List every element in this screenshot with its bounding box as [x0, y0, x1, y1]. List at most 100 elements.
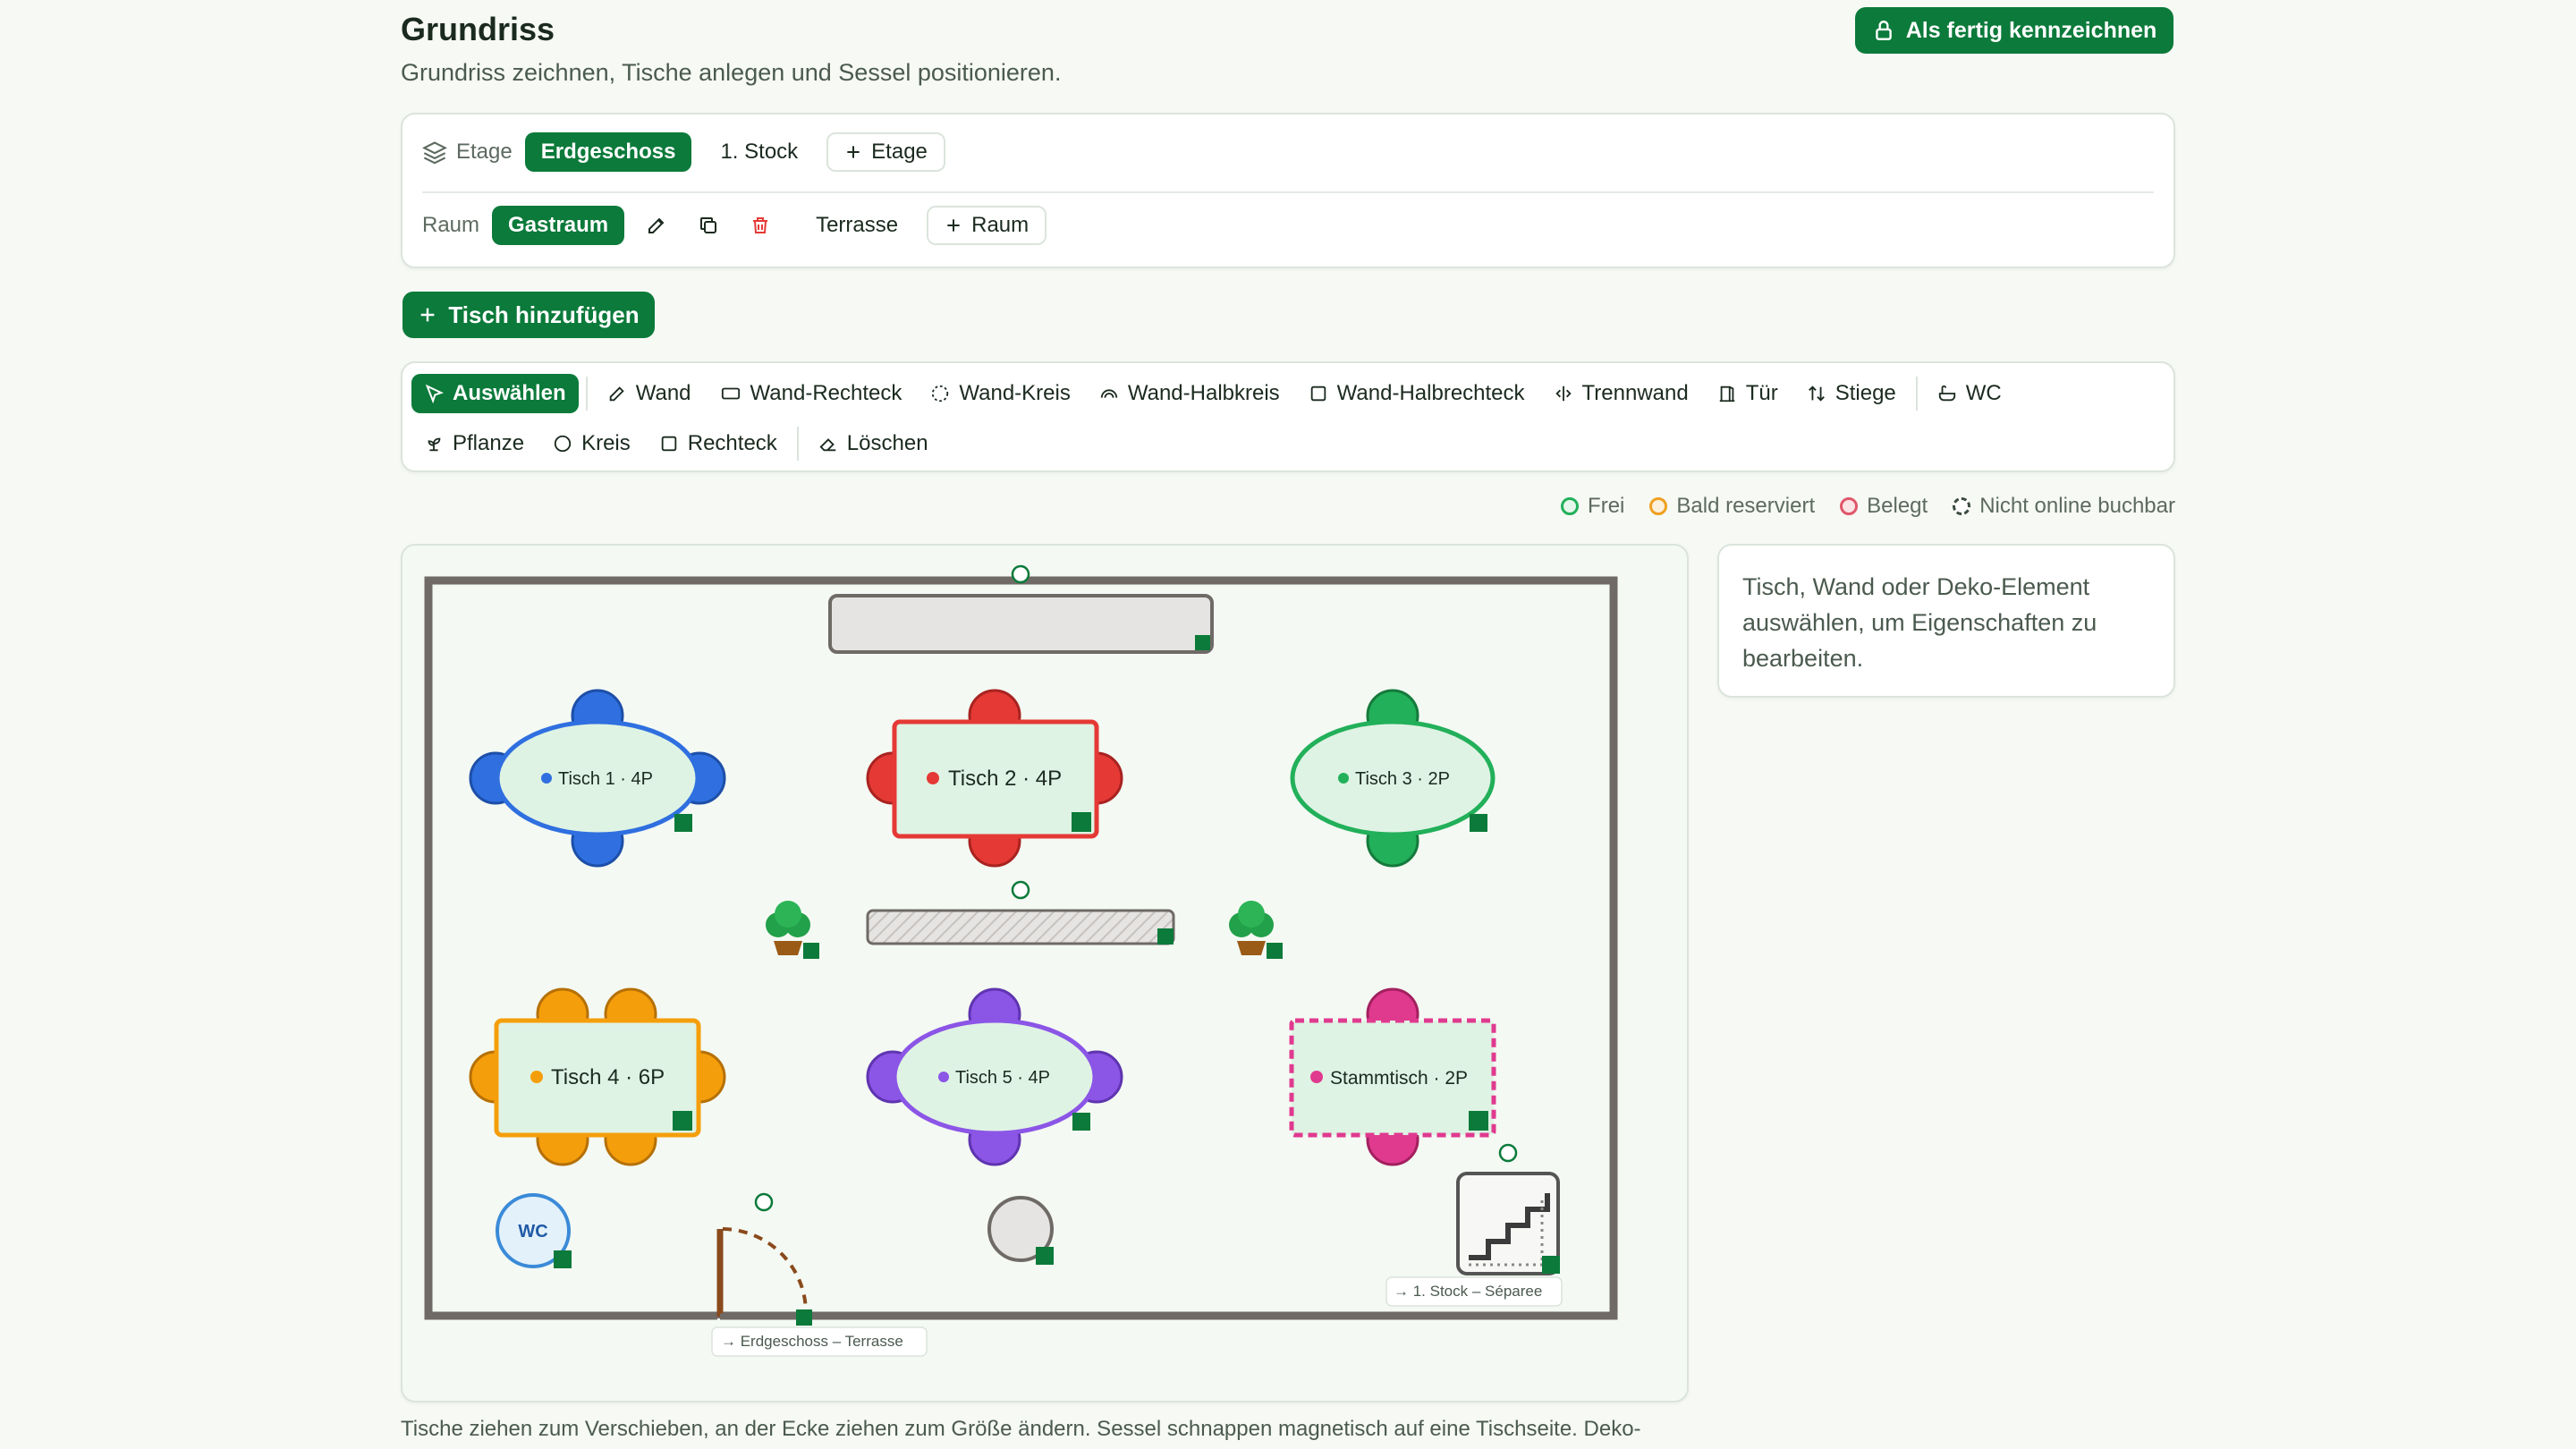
partition-wall[interactable]	[866, 909, 1175, 945]
status-legend: Frei Bald reserviert Belegt Nicht online…	[1561, 494, 2175, 519]
rectangle-icon	[721, 387, 740, 400]
resize-handle[interactable]	[674, 814, 692, 832]
legend-soon-label: Bald reserviert	[1676, 494, 1816, 518]
legend-offline-label: Nicht online buchbar	[1979, 494, 2175, 518]
tool-delete[interactable]: Löschen	[806, 424, 941, 463]
resize-handle[interactable]	[554, 1250, 572, 1268]
rotate-handle[interactable]	[754, 1192, 774, 1212]
tool-rectangle-label: Rechteck	[687, 431, 777, 455]
tool-select-label: Auswählen	[453, 381, 566, 405]
floor-label-text: Etage	[456, 140, 513, 164]
add-table-button[interactable]: Tisch hinzufügen	[402, 292, 655, 338]
door-link-label: → Erdgeschoss – Terrasse	[721, 1333, 903, 1350]
status-dot	[927, 772, 939, 784]
resize-handle[interactable]	[796, 1309, 812, 1326]
tab-room-gastraum[interactable]: Gastraum	[492, 206, 625, 245]
duplicate-room-button[interactable]	[689, 206, 728, 245]
counter-rectangle[interactable]	[828, 594, 1214, 654]
tool-rectangle[interactable]: Rechteck	[647, 424, 790, 463]
rotate-handle[interactable]	[1498, 1143, 1518, 1163]
add-room-button[interactable]: Raum	[927, 206, 1047, 245]
plus-icon	[947, 219, 960, 232]
tab-room-terrasse[interactable]: Terrasse	[800, 206, 914, 245]
status-dot	[1338, 773, 1349, 784]
table-stammtisch-label: Stammtisch · 2P	[1330, 1068, 1468, 1089]
stairs-link-label: → 1. Stock – Séparee	[1394, 1283, 1542, 1300]
resize-handle[interactable]	[1157, 928, 1174, 945]
stairs-arrows-icon	[1808, 386, 1825, 402]
copy-icon	[700, 217, 717, 233]
help-text: Tische ziehen zum Verschieben, an der Ec…	[401, 1417, 1641, 1441]
wc-element[interactable]: WC	[496, 1193, 572, 1268]
door-icon	[1719, 386, 1734, 402]
tool-wall-half-circle[interactable]: Wand-Halbkreis	[1087, 374, 1292, 413]
status-dot	[530, 1071, 543, 1083]
tool-circle-label: Kreis	[581, 431, 631, 455]
eraser-icon	[819, 438, 836, 452]
tool-wall-circle-label: Wand-Kreis	[959, 381, 1071, 405]
page-title: Grundriss	[401, 11, 555, 47]
tool-wall-half-rectangle[interactable]: Wand-Halbrechteck	[1296, 374, 1538, 413]
tool-circle[interactable]: Kreis	[540, 424, 643, 463]
resize-handle[interactable]	[1072, 812, 1091, 832]
resize-handle[interactable]	[1469, 1111, 1488, 1131]
resize-handle[interactable]	[1470, 814, 1487, 832]
tool-wall-rectangle[interactable]: Wand-Rechteck	[708, 374, 915, 413]
edit-room-button[interactable]	[637, 206, 676, 245]
tool-wall-label: Wand	[635, 381, 691, 405]
tool-stairs[interactable]: Stiege	[1794, 374, 1909, 413]
dashed-circle-icon	[932, 385, 949, 402]
floorplan-canvas[interactable]: Tisch 1 · 4P Tisch 2 · 4P Tisch 3 · 2P T…	[401, 544, 1689, 1402]
delete-room-button[interactable]	[741, 206, 780, 245]
square-icon	[1310, 386, 1326, 402]
legend-occupied-label: Belegt	[1867, 494, 1928, 518]
add-floor-button[interactable]: Etage	[826, 132, 945, 172]
tool-door-label: Tür	[1745, 381, 1778, 405]
resize-handle[interactable]	[1036, 1247, 1054, 1265]
resize-handle[interactable]	[1195, 635, 1210, 650]
table-5-label: Tisch 5 · 4P	[955, 1068, 1050, 1088]
plant-leaves	[1238, 901, 1265, 928]
plus-icon	[421, 308, 435, 322]
pencil-icon	[609, 386, 624, 402]
rotate-handle[interactable]	[1011, 564, 1030, 584]
layers-icon	[422, 141, 447, 165]
tool-wc[interactable]: WC	[1925, 374, 2014, 413]
plant-pot	[774, 941, 802, 955]
add-table-label: Tisch hinzufügen	[448, 301, 640, 328]
tool-select[interactable]: Auswählen	[411, 374, 579, 413]
tool-plant[interactable]: Pflanze	[411, 424, 537, 463]
add-floor-label: Etage	[871, 140, 928, 164]
resize-handle[interactable]	[803, 943, 819, 959]
tool-wall-half-circle-label: Wand-Halbkreis	[1127, 381, 1280, 405]
tab-floor-erdgeschoss[interactable]: Erdgeschoss	[524, 132, 692, 172]
tool-door[interactable]: Tür	[1705, 374, 1791, 413]
tool-wall-half-rectangle-label: Wand-Halbrechteck	[1336, 381, 1525, 405]
tool-stairs-label: Stiege	[1835, 381, 1896, 405]
rotate-handle[interactable]	[1011, 880, 1030, 900]
resize-handle[interactable]	[673, 1111, 692, 1131]
tool-wall-circle[interactable]: Wand-Kreis	[918, 374, 1082, 413]
tab-floor-1-stock[interactable]: 1. Stock	[704, 132, 814, 172]
table-4-label: Tisch 4 · 6P	[551, 1065, 665, 1089]
resize-handle[interactable]	[1267, 943, 1283, 959]
legend-soon: Bald reserviert	[1649, 494, 1815, 519]
resize-handle[interactable]	[1542, 1256, 1560, 1274]
floor-label: Etage	[422, 140, 513, 165]
plant-leaves	[775, 901, 801, 928]
mark-done-button[interactable]: Als fertig kennzeichnen	[1855, 7, 2174, 54]
wc-label: WC	[518, 1222, 547, 1241]
tool-partition[interactable]: Trennwand	[1541, 374, 1701, 413]
toolbar-separator	[585, 377, 588, 411]
resize-handle[interactable]	[1072, 1113, 1090, 1131]
tool-wall[interactable]: Wand	[595, 374, 704, 413]
room-label: Raum	[422, 213, 480, 237]
status-dot	[541, 773, 552, 784]
toolbar-row-2: Pflanze Kreis Rechteck Löschen	[411, 424, 941, 463]
half-circle-icon	[1100, 389, 1118, 398]
tool-partition-label: Trennwand	[1581, 381, 1689, 405]
toolbar-separator	[1915, 377, 1918, 411]
plus-icon	[847, 146, 860, 158]
circle-icon	[554, 435, 572, 453]
status-dot	[1310, 1071, 1323, 1083]
